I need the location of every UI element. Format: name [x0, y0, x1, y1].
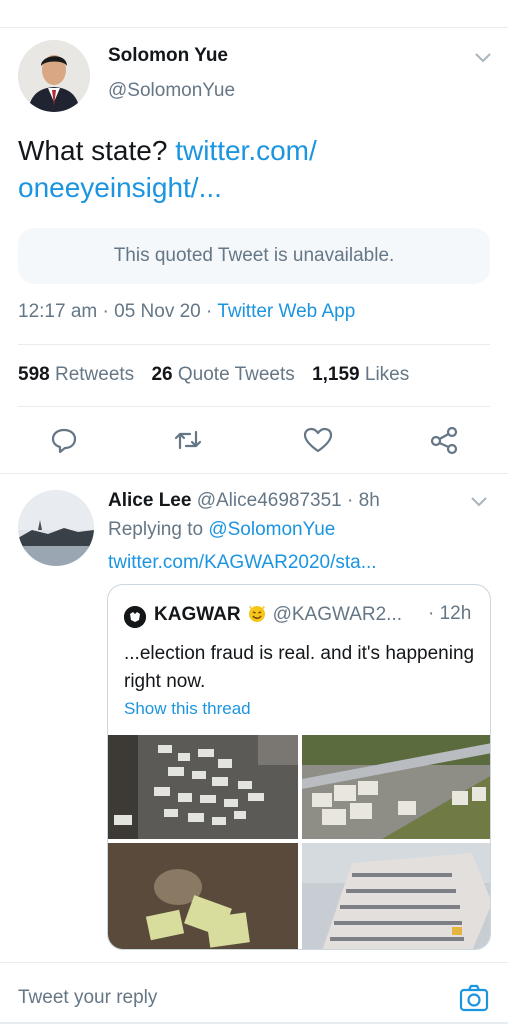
chevron-down-icon[interactable]	[472, 46, 494, 68]
quote-time: 12h	[439, 603, 472, 624]
likes-stat[interactable]: 1,159 Likes	[312, 364, 409, 385]
media-image-2[interactable]	[302, 735, 490, 839]
reply-author-avatar[interactable]	[18, 490, 94, 566]
tweet-meta: 12:17 am · 05 Nov 20 · Twitter Web App	[18, 301, 355, 323]
smiling-devil-emoji-icon	[247, 603, 267, 623]
section-divider	[0, 473, 508, 474]
quote-separator: ·	[428, 603, 440, 624]
divider	[18, 344, 490, 345]
reply-author-handle[interactable]: @Alice46987351	[197, 490, 342, 511]
camera-icon[interactable]	[458, 982, 490, 1014]
tweet-text: What state? twitter.com/ oneeyeinsight/.…	[18, 132, 488, 206]
chevron-down-icon[interactable]	[468, 490, 490, 512]
reply-icon[interactable]	[48, 424, 80, 456]
composer-divider	[0, 962, 508, 963]
meta-separator: ·	[206, 301, 218, 322]
author-handle[interactable]: @SolomonYue	[108, 80, 235, 102]
quotes-count: 26	[151, 364, 173, 385]
replying-prefix: Replying to	[108, 519, 209, 540]
quote-header: KAGWAR @KAGWAR2...	[154, 603, 402, 626]
divider	[18, 406, 490, 407]
top-divider	[0, 27, 508, 28]
replying-to: Replying to @SolomonYue	[108, 519, 335, 541]
show-thread-link[interactable]: Show this thread	[124, 699, 251, 719]
media-image-3[interactable]	[108, 843, 298, 949]
share-icon[interactable]	[428, 424, 460, 456]
likes-count: 1,159	[312, 364, 360, 385]
retweet-icon[interactable]	[172, 424, 204, 456]
quote-author-avatar[interactable]	[124, 606, 146, 628]
tweet-time: 12:17 am	[18, 301, 98, 322]
retweets-stat[interactable]: 598 Retweets	[18, 364, 134, 385]
quotes-label: Quote Tweets	[177, 364, 295, 385]
author-name[interactable]: Solomon Yue	[108, 45, 228, 67]
replying-mention[interactable]: @SolomonYue	[208, 519, 335, 540]
tweet-app[interactable]: Twitter Web App	[217, 301, 355, 322]
quote-time-group: · 12h	[428, 603, 471, 625]
media-image-4[interactable]	[302, 843, 490, 949]
meta-separator: ·	[102, 301, 115, 322]
like-icon[interactable]	[302, 424, 334, 456]
media-image-1[interactable]	[108, 735, 298, 839]
quoted-tweet-unavailable: This quoted Tweet is unavailable.	[18, 228, 490, 284]
quotes-stat[interactable]: 26 Quote Tweets	[151, 364, 294, 385]
author-avatar[interactable]	[18, 40, 90, 112]
reply-link[interactable]: twitter.com/KAGWAR2020/sta...	[108, 552, 377, 574]
reply-author-name[interactable]: Alice Lee	[108, 490, 191, 511]
quote-author-name[interactable]: KAGWAR	[154, 604, 241, 625]
reply-input[interactable]: Tweet your reply	[18, 987, 157, 1009]
quote-card[interactable]: KAGWAR @KAGWAR2... · 12h ...election frau…	[107, 584, 491, 950]
quote-text: ...election fraud is real. and it's happ…	[124, 643, 475, 692]
reply-header: Alice Lee @Alice46987351 · 8h	[108, 490, 380, 512]
quoted-unavailable-text: This quoted Tweet is unavailable.	[113, 245, 395, 266]
reply-time: 8h	[358, 490, 380, 511]
likes-label: Likes	[364, 364, 410, 385]
retweets-label: Retweets	[54, 364, 135, 385]
reply-separator: ·	[347, 490, 354, 511]
tweet-text-prefix: What state?	[18, 135, 176, 166]
retweets-count: 598	[18, 364, 50, 385]
tweet-stats: 598 Retweets 26 Quote Tweets 1,159 Likes	[18, 364, 409, 386]
quote-author-handle[interactable]: @KAGWAR2...	[273, 604, 402, 625]
tweet-date: 05 Nov 20	[114, 301, 201, 322]
